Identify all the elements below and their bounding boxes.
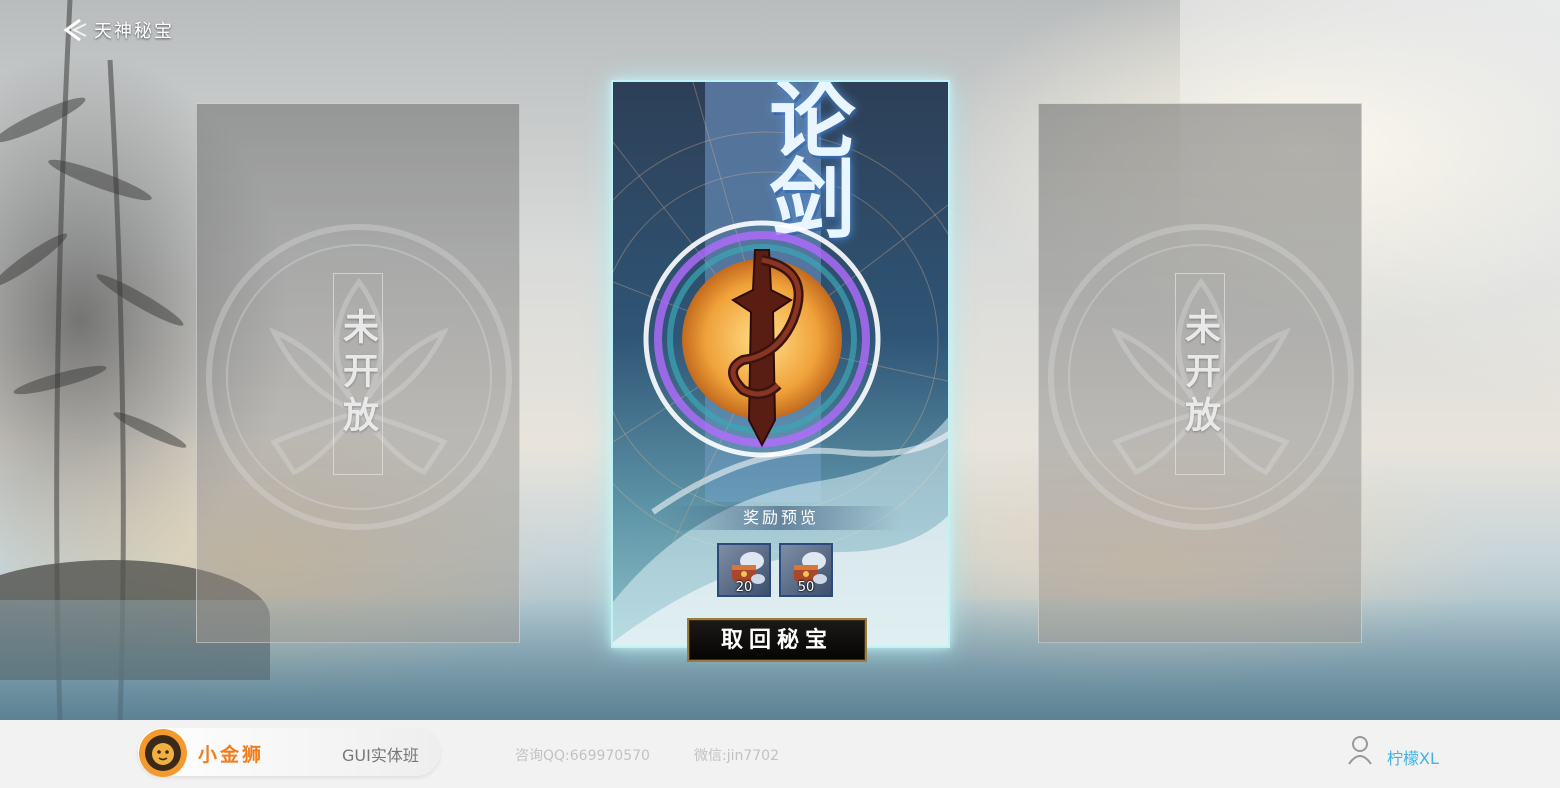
card-title: 论剑: [754, 80, 855, 234]
locked-card-right[interactable]: 未开放: [1038, 103, 1362, 643]
user-icon: [1348, 736, 1372, 765]
dragon-sword-emblem-icon: [643, 220, 881, 458]
active-card-lunjian[interactable]: 论剑 奖励预览 20 50: [611, 80, 950, 648]
locked-status-frame: 未开放: [333, 273, 383, 475]
brand-name: 小金狮: [198, 744, 265, 766]
locked-status-text: 未开放: [1179, 308, 1221, 440]
reward-item[interactable]: 50: [779, 543, 833, 597]
footer-bar: 小金狮 GUI实体班 咨询QQ:669970570 微信:jin7702 柠檬X…: [0, 720, 1560, 788]
reward-count: 20: [735, 580, 753, 595]
page-title: 天神秘宝: [94, 21, 174, 42]
course-name: GUI实体班: [342, 746, 419, 765]
reward-preview-label: 奖励预览: [661, 506, 901, 530]
qq-contact: 咨询QQ:669970570: [515, 748, 650, 764]
brand-pill: 小金狮 GUI实体班: [138, 728, 440, 777]
reward-items: 20 50: [717, 543, 833, 597]
locked-status-frame: 未开放: [1175, 273, 1225, 475]
lion-logo-icon: [139, 729, 187, 777]
retrieve-treasure-button[interactable]: 取回秘宝: [687, 618, 867, 662]
back-arrow-icon[interactable]: [60, 16, 88, 44]
reward-item[interactable]: 20: [717, 543, 771, 597]
user-name: 柠檬XL: [1387, 749, 1439, 768]
wechat-contact: 微信:jin7702: [694, 748, 779, 764]
locked-card-left[interactable]: 未开放: [196, 103, 520, 643]
reward-count: 50: [797, 580, 815, 595]
locked-status-text: 未开放: [337, 308, 379, 440]
back-navigation[interactable]: 天神秘宝: [60, 16, 174, 44]
